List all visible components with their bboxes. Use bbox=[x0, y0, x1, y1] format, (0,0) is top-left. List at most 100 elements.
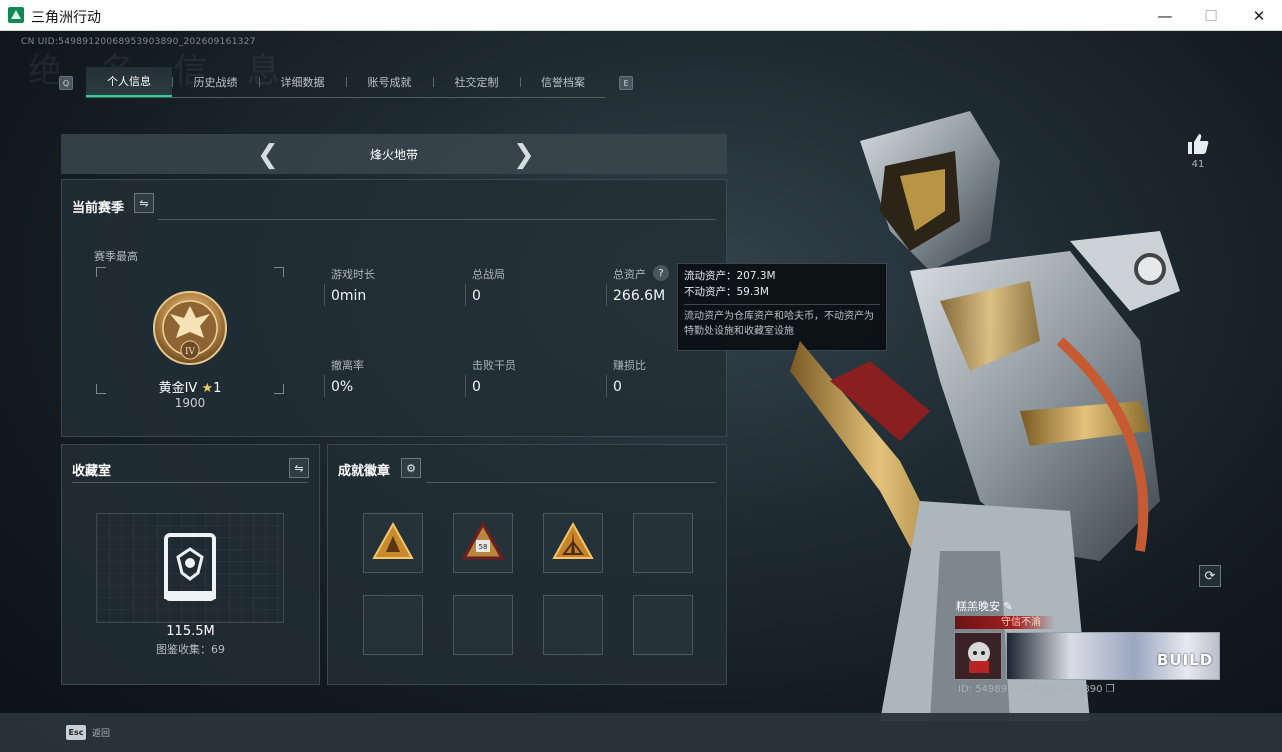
badge-slot[interactable] bbox=[543, 513, 603, 573]
stat-value: 0 bbox=[472, 288, 481, 304]
tab-divider bbox=[346, 77, 347, 87]
collection-title: 收藏室 bbox=[72, 464, 112, 479]
tab-social[interactable]: 社交定制 bbox=[433, 67, 520, 97]
esc-label: 返回 bbox=[92, 729, 111, 739]
badge-slot[interactable]: 58 bbox=[453, 513, 513, 573]
tab-achievements[interactable]: 账号成就 bbox=[346, 67, 433, 97]
minimize-button[interactable]: — bbox=[1142, 0, 1188, 31]
collection-swap-button[interactable]: ⇋ bbox=[289, 458, 309, 478]
player-title-badge: 守信不渝 bbox=[955, 616, 1055, 629]
player-avatar[interactable] bbox=[954, 632, 1002, 680]
edit-name-icon[interactable]: ✎ bbox=[1004, 600, 1013, 613]
rank-star-count: 1 bbox=[213, 381, 222, 396]
stat-divider bbox=[606, 375, 607, 397]
stat-label: 总资产 bbox=[613, 268, 646, 281]
rank-line: 黄金IV ★1 bbox=[152, 377, 228, 396]
frame-corner bbox=[274, 267, 284, 277]
badge-slot-empty[interactable] bbox=[633, 595, 693, 655]
player-name-line: 糕羔晚安 ✎ bbox=[956, 598, 1013, 614]
esc-key-button[interactable]: Esc bbox=[66, 725, 86, 740]
thumbs-up-icon[interactable] bbox=[1186, 133, 1210, 155]
tab-label: 个人信息 bbox=[107, 75, 151, 88]
season-best-label: 赛季最高 bbox=[94, 250, 138, 263]
tab-divider bbox=[433, 77, 434, 87]
stat-label: 赚损比 bbox=[613, 359, 646, 372]
bottom-bar bbox=[0, 713, 1282, 752]
tab-label: 历史战绩 bbox=[193, 76, 238, 89]
rank-name: 黄金IV bbox=[158, 381, 198, 396]
tab-bar: 个人信息 历史战绩 详细数据 账号成就 社交定制 信誉档案 bbox=[86, 67, 606, 98]
achievements-divider bbox=[426, 482, 716, 483]
achievements-title: 成就徽章 bbox=[338, 464, 391, 479]
collection-divider bbox=[72, 482, 308, 483]
stat-label: 游戏时长 bbox=[331, 268, 375, 281]
stat-value: 0min bbox=[331, 288, 367, 304]
tab-divider bbox=[259, 77, 260, 87]
badge-slot-empty[interactable] bbox=[363, 595, 423, 655]
stat-divider bbox=[606, 284, 607, 306]
stat-value: 0 bbox=[472, 379, 481, 395]
q-key-hint[interactable]: Q bbox=[59, 76, 73, 90]
badge-slot[interactable] bbox=[363, 513, 423, 573]
achievement-badge-icon bbox=[552, 521, 594, 559]
display-case-icon bbox=[164, 533, 216, 601]
tab-label: 详细数据 bbox=[280, 76, 325, 89]
badge-number: 58 bbox=[479, 543, 488, 551]
maximize-button[interactable]: ☐ bbox=[1188, 0, 1234, 31]
badge-slot-empty[interactable] bbox=[453, 595, 513, 655]
tab-label: 账号成就 bbox=[367, 76, 412, 89]
achievement-badge-icon: 58 bbox=[461, 520, 505, 560]
badge-slot-empty[interactable] bbox=[543, 595, 603, 655]
tab-label: 社交定制 bbox=[454, 76, 499, 89]
mode-title: 烽火地带 bbox=[369, 148, 418, 162]
window-titlebar: 三角洲行动 — ☐ ✕ bbox=[0, 0, 1282, 31]
stat-divider bbox=[465, 284, 466, 306]
frame-corner bbox=[96, 384, 106, 394]
tab-history[interactable]: 历史战绩 bbox=[172, 67, 259, 97]
stat-label: 撤离率 bbox=[331, 359, 364, 372]
stat-divider bbox=[465, 375, 466, 397]
copy-id-icon[interactable]: ❐ bbox=[1106, 684, 1115, 695]
refresh-button[interactable]: ⟳ bbox=[1199, 565, 1221, 587]
mode-next-button[interactable]: ❯ bbox=[513, 140, 535, 170]
mode-selector: ❮ 烽火地带 ❯ bbox=[61, 134, 727, 174]
tab-details[interactable]: 详细数据 bbox=[259, 67, 346, 97]
close-button[interactable]: ✕ bbox=[1236, 0, 1282, 31]
collection-count: 图鉴收集：69 bbox=[156, 643, 225, 656]
player-name: 糕羔晚安 bbox=[956, 600, 1000, 613]
season-swap-button[interactable]: ⇋ bbox=[134, 193, 154, 213]
help-icon[interactable]: ? bbox=[653, 265, 669, 281]
player-id-line: ID: 5498912006895390389​0 ❐ bbox=[958, 684, 1115, 695]
achievements-settings-button[interactable]: ⚙ bbox=[401, 458, 421, 478]
tab-personal-info[interactable]: 个人信息 bbox=[86, 67, 172, 97]
tab-label: 信誉档案 bbox=[541, 76, 585, 89]
window-title: 三角洲行动 bbox=[31, 10, 101, 26]
frame-corner bbox=[274, 384, 284, 394]
e-key-hint[interactable]: E bbox=[619, 76, 633, 90]
badge-slot-empty[interactable] bbox=[633, 513, 693, 573]
banner-text: BUILD bbox=[1157, 651, 1214, 669]
season-title: 当前赛季 bbox=[72, 201, 125, 216]
stat-label: 击败干员 bbox=[472, 359, 516, 372]
rank-star-icon: ★ bbox=[201, 381, 214, 396]
tab-reputation[interactable]: 信誉档案 bbox=[520, 67, 606, 97]
medal-numeral: IV bbox=[185, 347, 196, 357]
like-count: 41 bbox=[1191, 159, 1205, 170]
gold-rank-medal-icon: IV bbox=[153, 291, 227, 365]
achievement-badge-icon bbox=[372, 521, 414, 559]
player-banner[interactable]: BUILD bbox=[1006, 632, 1220, 680]
stat-value: 266.6M bbox=[613, 288, 666, 304]
stat-value: 0% bbox=[331, 379, 354, 395]
season-divider bbox=[158, 219, 716, 220]
stat-divider bbox=[324, 375, 325, 397]
avatar-image bbox=[955, 633, 1001, 679]
stat-divider bbox=[324, 284, 325, 306]
stat-label: 总战局 bbox=[472, 268, 505, 281]
stat-value: 0 bbox=[613, 379, 622, 395]
collection-value: 115.5M bbox=[166, 624, 215, 639]
tab-divider bbox=[172, 77, 173, 87]
player-id: ID: 5498912006895390389​0 bbox=[958, 684, 1103, 695]
app-logo-icon bbox=[8, 7, 24, 23]
rank-score: 1900 bbox=[174, 396, 206, 410]
game-screen: CN UID:549891200689539038​90_2026​091613… bbox=[0, 31, 1282, 752]
